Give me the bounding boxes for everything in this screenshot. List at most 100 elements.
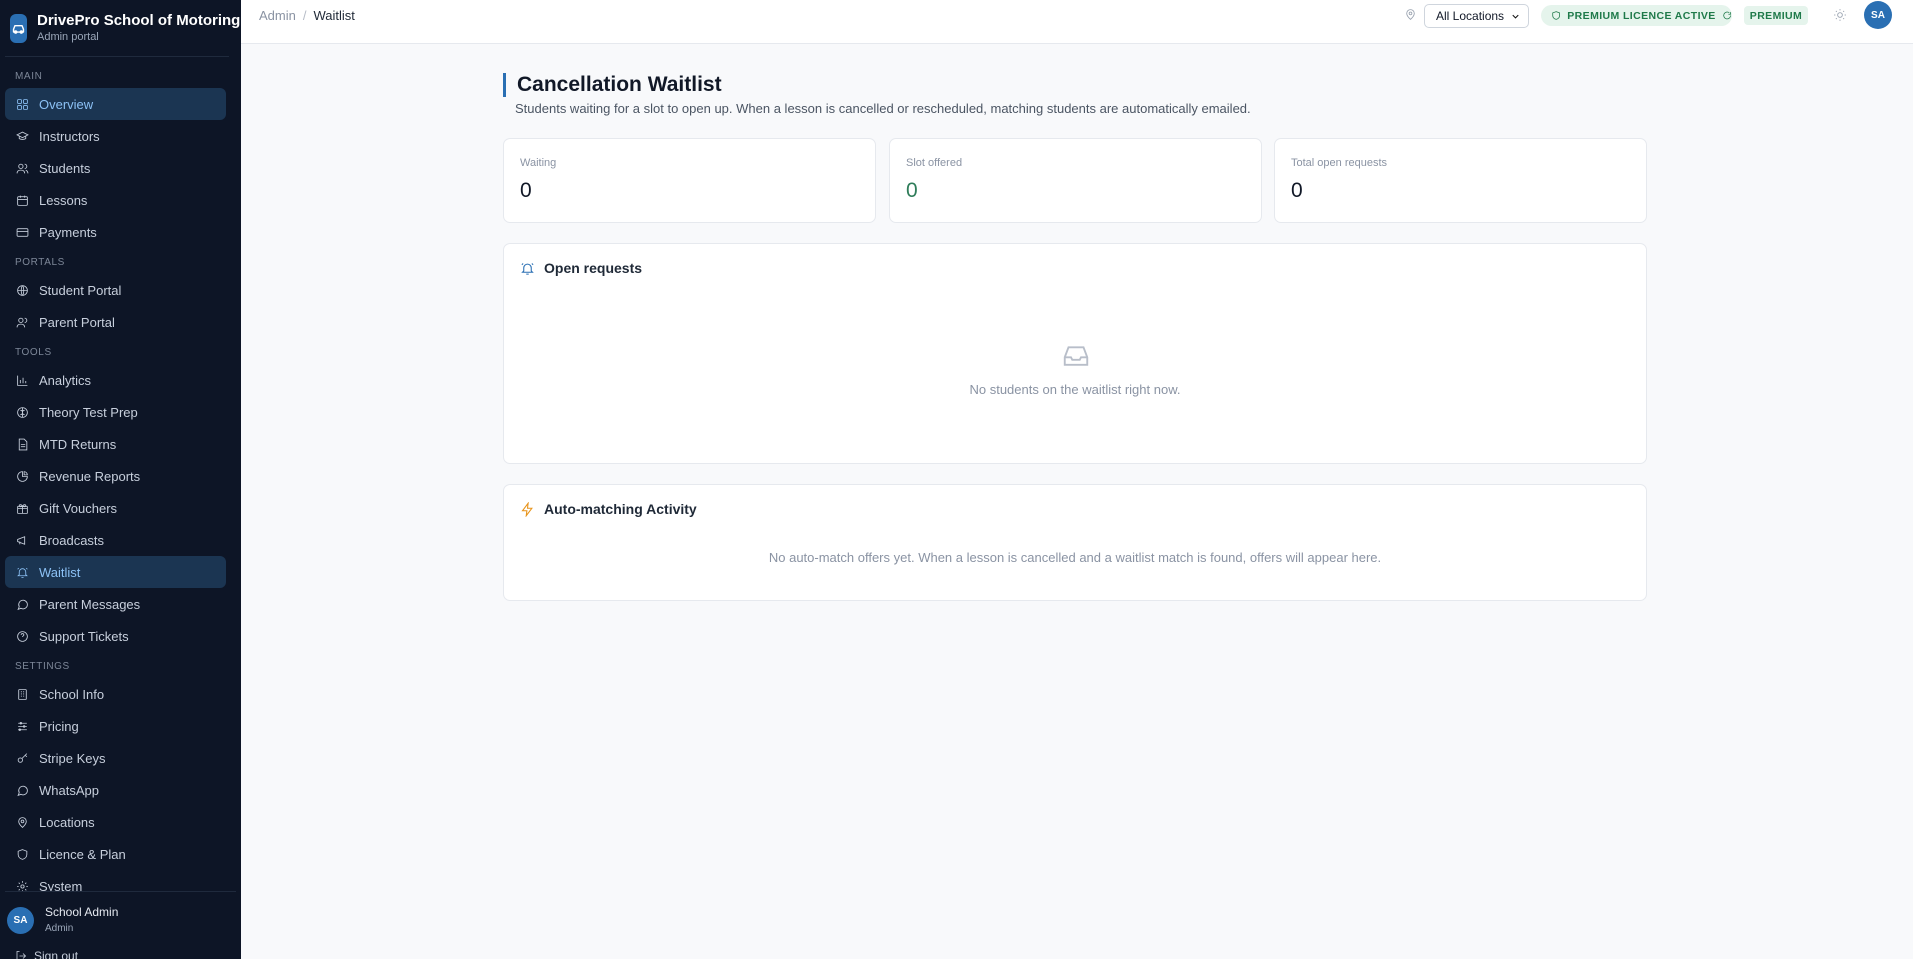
title-accent-bar [503,73,506,97]
sidebar-item-theory-test-prep[interactable]: Theory Test Prep [5,396,226,428]
divider [5,56,229,57]
sidebar-item-payments[interactable]: Payments [5,216,226,248]
sidebar-item-pricing[interactable]: Pricing [5,710,226,742]
sidebar-item-student-portal[interactable]: Student Portal [5,274,226,306]
page-title: Cancellation Waitlist [517,73,722,96]
sidebar-item-parent-messages[interactable]: Parent Messages [5,588,226,620]
help-circle-icon [15,629,29,643]
sidebar-item-licence-plan[interactable]: Licence & Plan [5,838,226,870]
message-circle-icon [15,783,29,797]
sidebar-item-label: WhatsApp [39,782,99,798]
avatar: SA [7,906,34,934]
licence-status-badge[interactable]: PREMIUM LICENCE ACTIVE [1541,5,1732,26]
sidebar-item-label: School Info [39,686,105,702]
sidebar-item-waitlist[interactable]: Waitlist [5,556,226,588]
car-icon [10,13,27,43]
inbox-icon [1061,341,1091,371]
chevron-down-icon [1510,11,1521,22]
sidebar-item-label: Support Tickets [39,628,129,644]
globe-icon [15,283,29,297]
sidebar-item-label: Locations [39,814,95,830]
sidebar-item-instructors[interactable]: Instructors [5,120,226,152]
sidebar-item-label: MTD Returns [39,436,117,452]
sidebar-item-gift-vouchers[interactable]: Gift Vouchers [5,492,226,524]
card-title: Open requests [520,260,642,276]
sidebar-item-students[interactable]: Students [5,152,226,184]
sign-out-button[interactable]: Sign out [15,949,78,959]
stat-value: 0 [520,179,532,202]
sidebar-item-analytics[interactable]: Analytics [5,364,226,396]
calendar-icon [15,193,29,207]
sidebar-item-support-tickets[interactable]: Support Tickets [5,620,226,652]
sidebar-item-revenue-reports[interactable]: Revenue Reports [5,460,226,492]
file-text-icon [15,437,29,451]
sidebar-item-parent-portal[interactable]: Parent Portal [5,306,226,338]
location-select[interactable]: All Locations [1424,4,1529,28]
stat-value: 0 [1291,179,1303,202]
stat-card-waiting: Waiting 0 [503,138,876,223]
topbar: Admin / Waitlist All Locations PREMIUM L… [241,0,1913,44]
pie-chart-icon [15,469,29,483]
sidebar-item-school-info[interactable]: School Info [5,678,226,710]
brand[interactable]: DrivePro School of Motoring Admin portal [10,8,240,48]
sidebar-item-label: Instructors [39,128,100,144]
auto-matching-card: Auto-matching Activity No auto-match off… [503,484,1647,601]
breadcrumb-admin-link[interactable]: Admin [259,8,296,23]
key-icon [15,751,29,765]
open-requests-card: Open requests No students on the waitlis… [503,243,1647,464]
sidebar-item-label: Theory Test Prep [39,404,138,420]
user-role: Admin [45,922,74,934]
sidebar-item-system[interactable]: System [5,870,226,892]
users-icon [15,315,29,329]
sidebar-item-lessons[interactable]: Lessons [5,184,226,216]
sidebar-item-label: Analytics [39,372,92,388]
section-label-portals: PORTALS [15,257,65,268]
sidebar-item-label: Waitlist [39,564,81,580]
sliders-icon [15,719,29,733]
sidebar-item-overview[interactable]: Overview [5,88,226,120]
stat-value: 0 [906,179,918,202]
sidebar-item-locations[interactable]: Locations [5,806,226,838]
shield-icon [15,847,29,861]
sidebar-item-label: Pricing [39,718,79,734]
user-name: School Admin [45,904,119,919]
map-pin-icon [1404,8,1418,22]
sidebar-item-label: Overview [39,96,94,112]
sidebar-item-label: Payments [39,224,97,240]
bar-chart-icon [15,373,29,387]
building-icon [15,687,29,701]
sidebar-item-broadcasts[interactable]: Broadcasts [5,524,226,556]
message-circle-icon [15,597,29,611]
zap-icon [521,501,533,517]
brand-name: DrivePro School of Motoring [37,12,241,29]
shield-icon [1552,11,1560,20]
sidebar: DrivePro School of Motoring Admin portal… [0,0,241,959]
megaphone-icon [15,533,29,547]
stat-card-total-open-requests: Total open requests 0 [1274,138,1647,223]
sidebar-item-mtd-returns[interactable]: MTD Returns [5,428,226,460]
empty-state-text: No auto-match offers yet. When a lesson … [768,550,1382,565]
empty-state-text: No students on the waitlist right now. [969,382,1181,397]
sidebar-item-label: Lessons [39,192,88,208]
users-icon [15,161,29,175]
sidebar-item-label: Student Portal [39,282,122,298]
sidebar-nav: MAIN Overview Instructors Students Lesso… [0,62,241,892]
grid-icon [15,97,29,111]
stat-label: Waiting [520,157,557,169]
avatar[interactable]: SA [1864,1,1892,29]
credit-card-icon [15,225,29,239]
sidebar-item-label: Broadcasts [39,532,105,548]
location-select-value: All Locations [1436,9,1505,23]
sidebar-item-whatsapp[interactable]: WhatsApp [5,774,226,806]
sun-icon[interactable] [1833,8,1847,22]
sidebar-item-stripe-keys[interactable]: Stripe Keys [5,742,226,774]
map-pin-icon [15,815,29,829]
card-title-text: Open requests [544,260,643,276]
sidebar-item-label: Parent Portal [39,314,115,330]
log-out-icon [16,951,27,959]
refresh-icon[interactable] [1722,10,1732,21]
sidebar-item-label: Parent Messages [39,596,141,612]
user-profile[interactable]: SA School Admin Admin [7,904,232,936]
brain-icon [15,405,29,419]
page-subtitle: Students waiting for a slot to open up. … [515,101,1251,116]
